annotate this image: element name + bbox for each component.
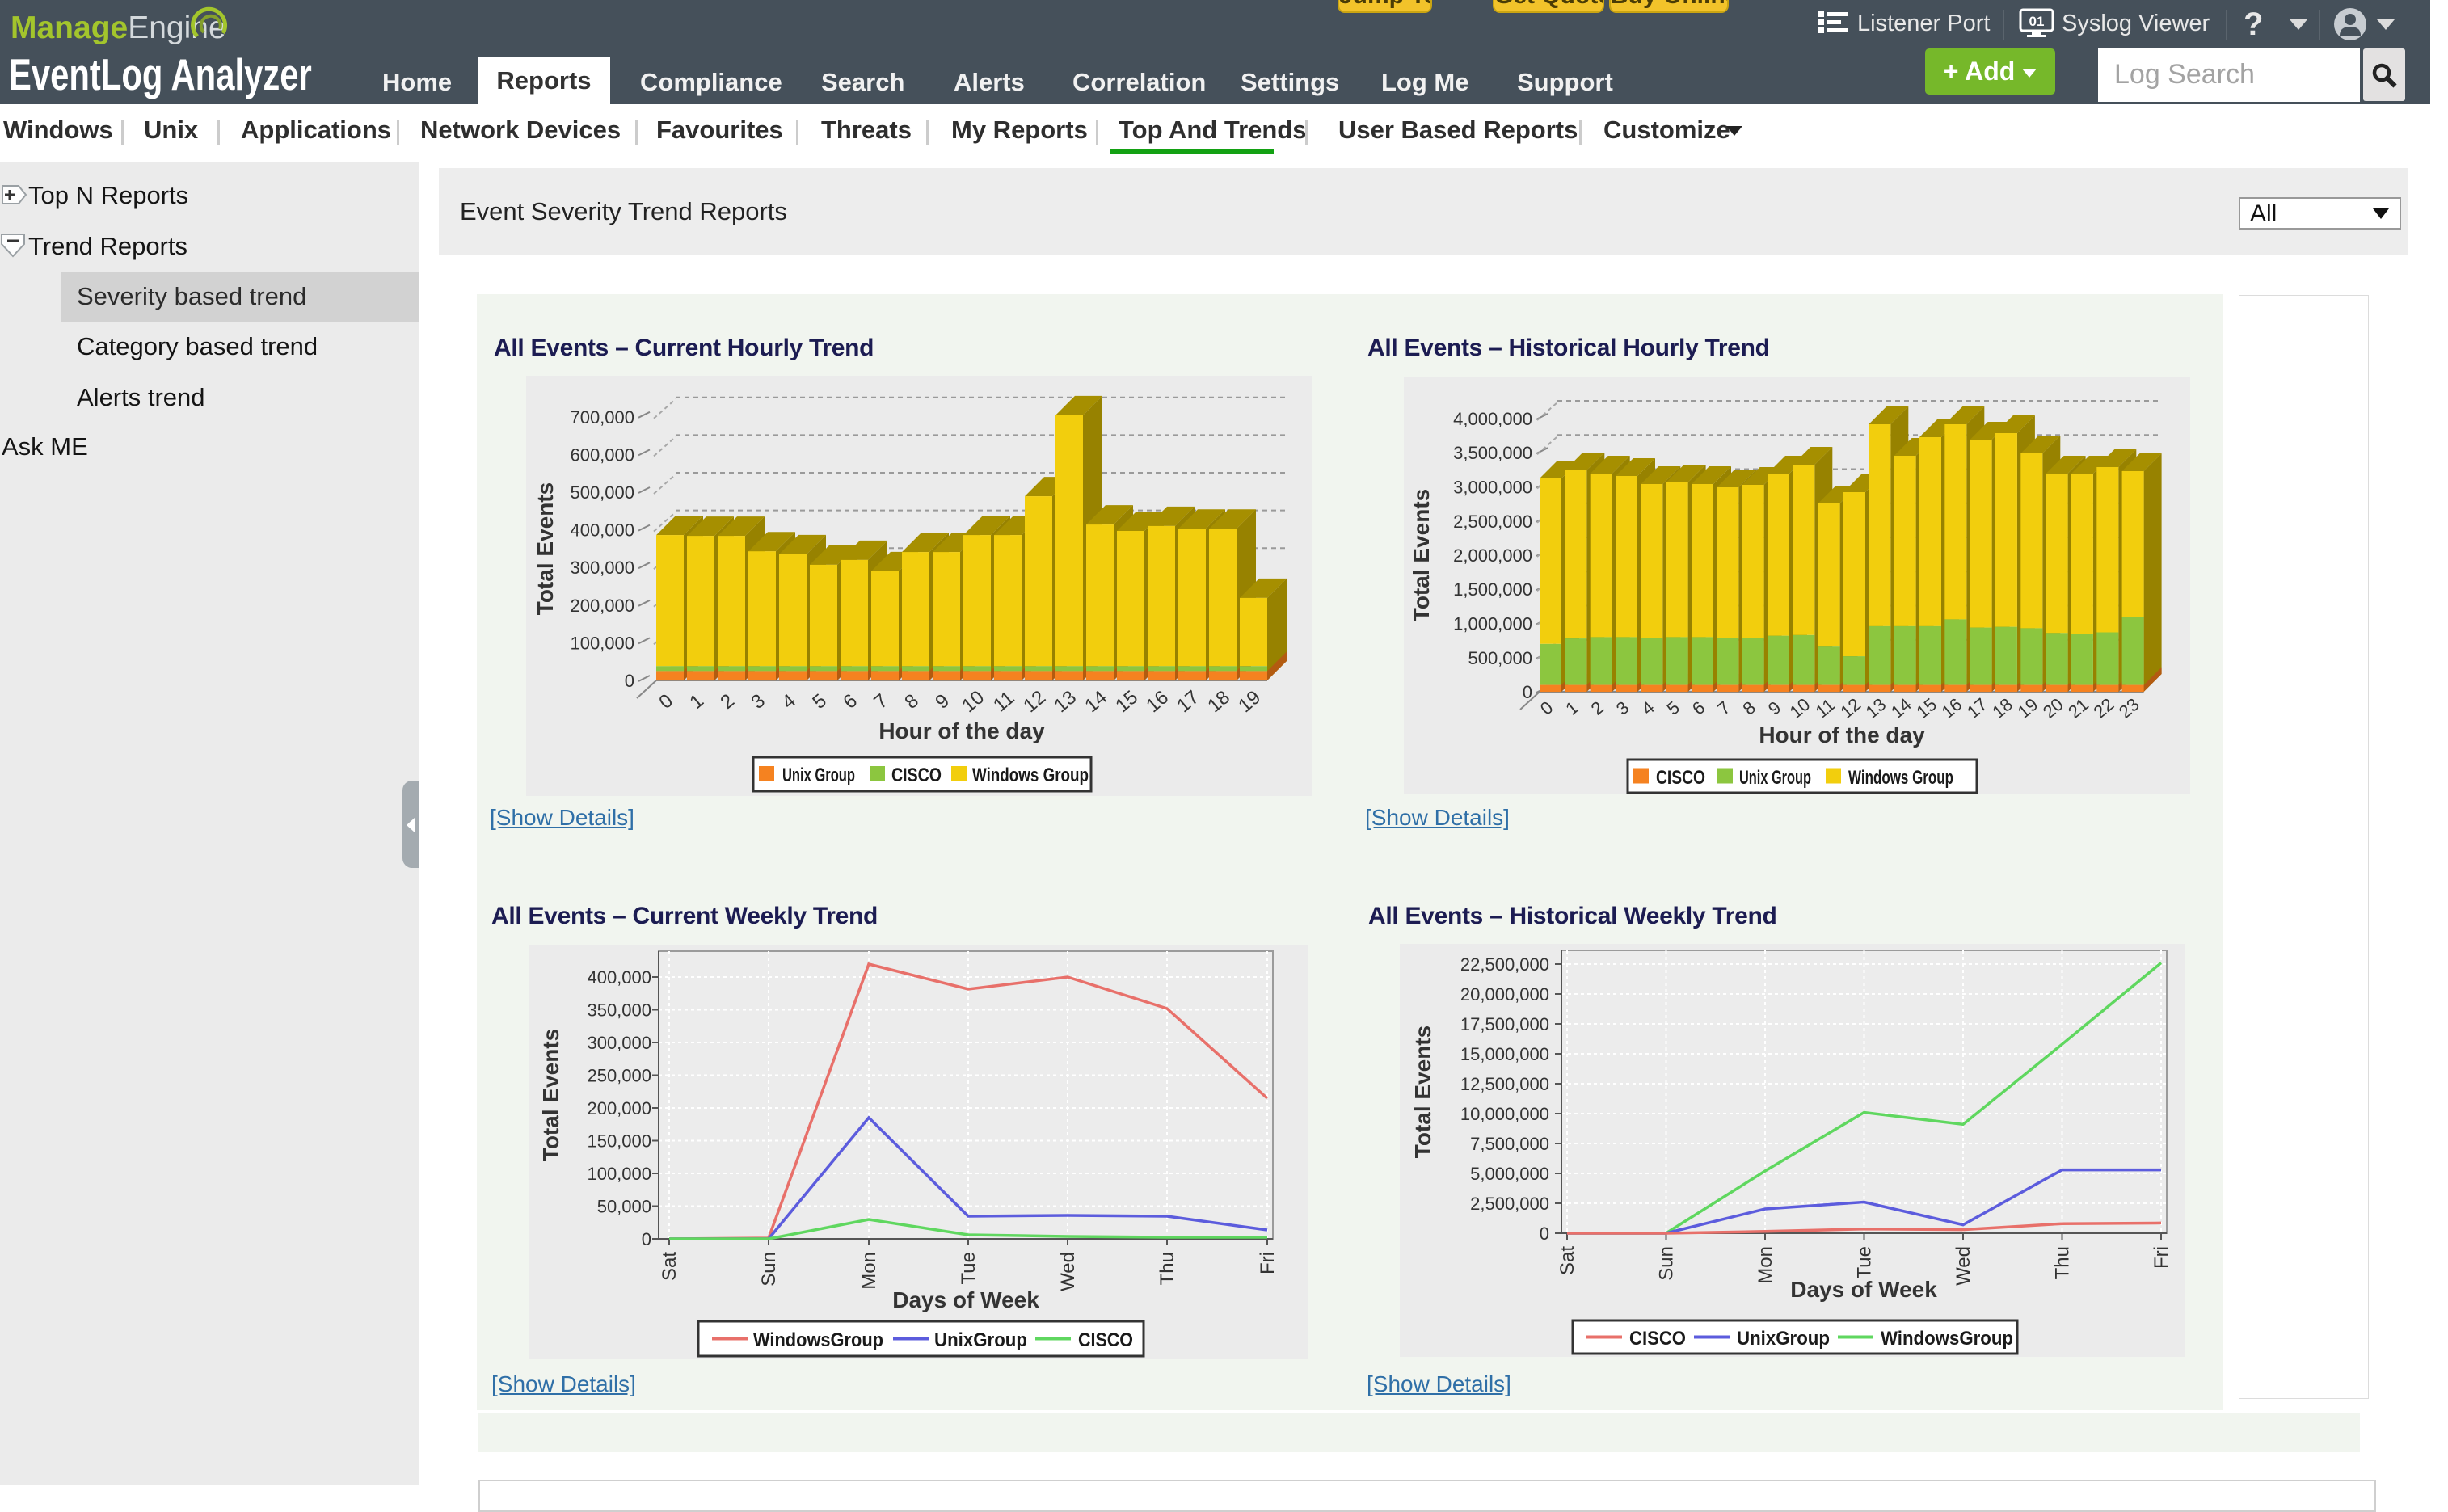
svg-text:0: 0 <box>1540 1223 1549 1244</box>
svg-text:20,000,000: 20,000,000 <box>1460 984 1549 1004</box>
svg-text:Total Events: Total Events <box>533 482 558 615</box>
svg-text:500,000: 500,000 <box>1468 648 1532 668</box>
svg-text:Fri: Fri <box>1257 1252 1279 1274</box>
svg-text:Tue: Tue <box>958 1252 980 1284</box>
svg-text:0: 0 <box>642 1229 651 1249</box>
svg-text:WindowsGroup: WindowsGroup <box>1881 1328 2013 1350</box>
svg-text:Days of Week: Days of Week <box>892 1287 1039 1312</box>
svg-text:1,500,000: 1,500,000 <box>1453 579 1532 600</box>
svg-text:7,500,000: 7,500,000 <box>1470 1134 1549 1154</box>
svg-text:UnixGroup: UnixGroup <box>1737 1328 1830 1350</box>
svg-text:Mon: Mon <box>1755 1246 1776 1284</box>
svg-text:01: 01 <box>2029 14 2045 29</box>
svg-text:UnixGroup: UnixGroup <box>934 1329 1027 1351</box>
svg-text:200,000: 200,000 <box>587 1098 651 1118</box>
svg-text:Unix Group: Unix Group <box>782 764 855 786</box>
svg-text:2,000,000: 2,000,000 <box>1453 545 1532 566</box>
svg-text:Hour of the day: Hour of the day <box>1759 722 1925 748</box>
svg-text:Unix Group: Unix Group <box>1739 767 1811 789</box>
svg-text:2,500,000: 2,500,000 <box>1470 1194 1549 1214</box>
svg-text:Fri: Fri <box>2151 1246 2172 1269</box>
svg-text:3,000,000: 3,000,000 <box>1453 478 1532 498</box>
svg-text:Mon: Mon <box>858 1252 880 1290</box>
svg-text:400,000: 400,000 <box>570 520 634 541</box>
svg-text:Total Events: Total Events <box>538 1029 563 1161</box>
svg-text:Sat: Sat <box>1557 1246 1578 1275</box>
svg-text:700,000: 700,000 <box>570 407 634 427</box>
svg-text:Wed: Wed <box>1953 1246 1974 1286</box>
svg-text:Days of Week: Days of Week <box>1790 1277 1937 1302</box>
svg-text:50,000: 50,000 <box>597 1197 651 1217</box>
svg-text:17,500,000: 17,500,000 <box>1460 1014 1549 1034</box>
svg-text:12,500,000: 12,500,000 <box>1460 1074 1549 1094</box>
svg-text:Total Events: Total Events <box>1410 1026 1435 1158</box>
svg-text:CISCO: CISCO <box>1078 1329 1133 1351</box>
svg-text:400,000: 400,000 <box>587 967 651 988</box>
svg-text:22,500,000: 22,500,000 <box>1460 954 1549 975</box>
svg-text:Total Events: Total Events <box>1409 489 1434 621</box>
svg-text:3,500,000: 3,500,000 <box>1453 443 1532 463</box>
svg-text:500,000: 500,000 <box>570 482 634 503</box>
svg-text:300,000: 300,000 <box>587 1033 651 1053</box>
svg-text:0: 0 <box>625 671 634 691</box>
svg-text:Thu: Thu <box>2052 1246 2074 1279</box>
svg-text:600,000: 600,000 <box>570 444 634 465</box>
svg-text:CISCO: CISCO <box>1629 1328 1686 1350</box>
svg-text:Thu: Thu <box>1157 1252 1178 1285</box>
svg-text:Wed: Wed <box>1057 1252 1079 1291</box>
svg-text:100,000: 100,000 <box>570 633 634 653</box>
svg-text:1,000,000: 1,000,000 <box>1453 614 1532 634</box>
svg-text:Sat: Sat <box>659 1252 680 1281</box>
svg-text:350,000: 350,000 <box>587 1000 651 1021</box>
svg-text:10,000,000: 10,000,000 <box>1460 1104 1549 1124</box>
svg-text:Sun: Sun <box>758 1252 780 1287</box>
svg-text:2,500,000: 2,500,000 <box>1453 512 1532 532</box>
svg-text:200,000: 200,000 <box>570 596 634 616</box>
svg-text:100,000: 100,000 <box>587 1164 651 1184</box>
svg-text:CISCO: CISCO <box>891 764 942 786</box>
svg-text:Tue: Tue <box>1854 1246 1876 1278</box>
svg-text:150,000: 150,000 <box>587 1131 651 1152</box>
svg-text:300,000: 300,000 <box>570 558 634 578</box>
svg-text:WindowsGroup: WindowsGroup <box>753 1329 883 1351</box>
svg-text:CISCO: CISCO <box>1656 767 1705 789</box>
svg-text:250,000: 250,000 <box>587 1066 651 1086</box>
svg-text:5,000,000: 5,000,000 <box>1470 1164 1549 1184</box>
svg-text:Windows Group: Windows Group <box>972 764 1089 786</box>
svg-text:15,000,000: 15,000,000 <box>1460 1044 1549 1064</box>
svg-text:Sun: Sun <box>1656 1246 1678 1281</box>
svg-text:4,000,000: 4,000,000 <box>1453 409 1532 429</box>
svg-text:Hour of the day: Hour of the day <box>878 718 1045 743</box>
svg-text:Windows Group: Windows Group <box>1848 767 1953 789</box>
